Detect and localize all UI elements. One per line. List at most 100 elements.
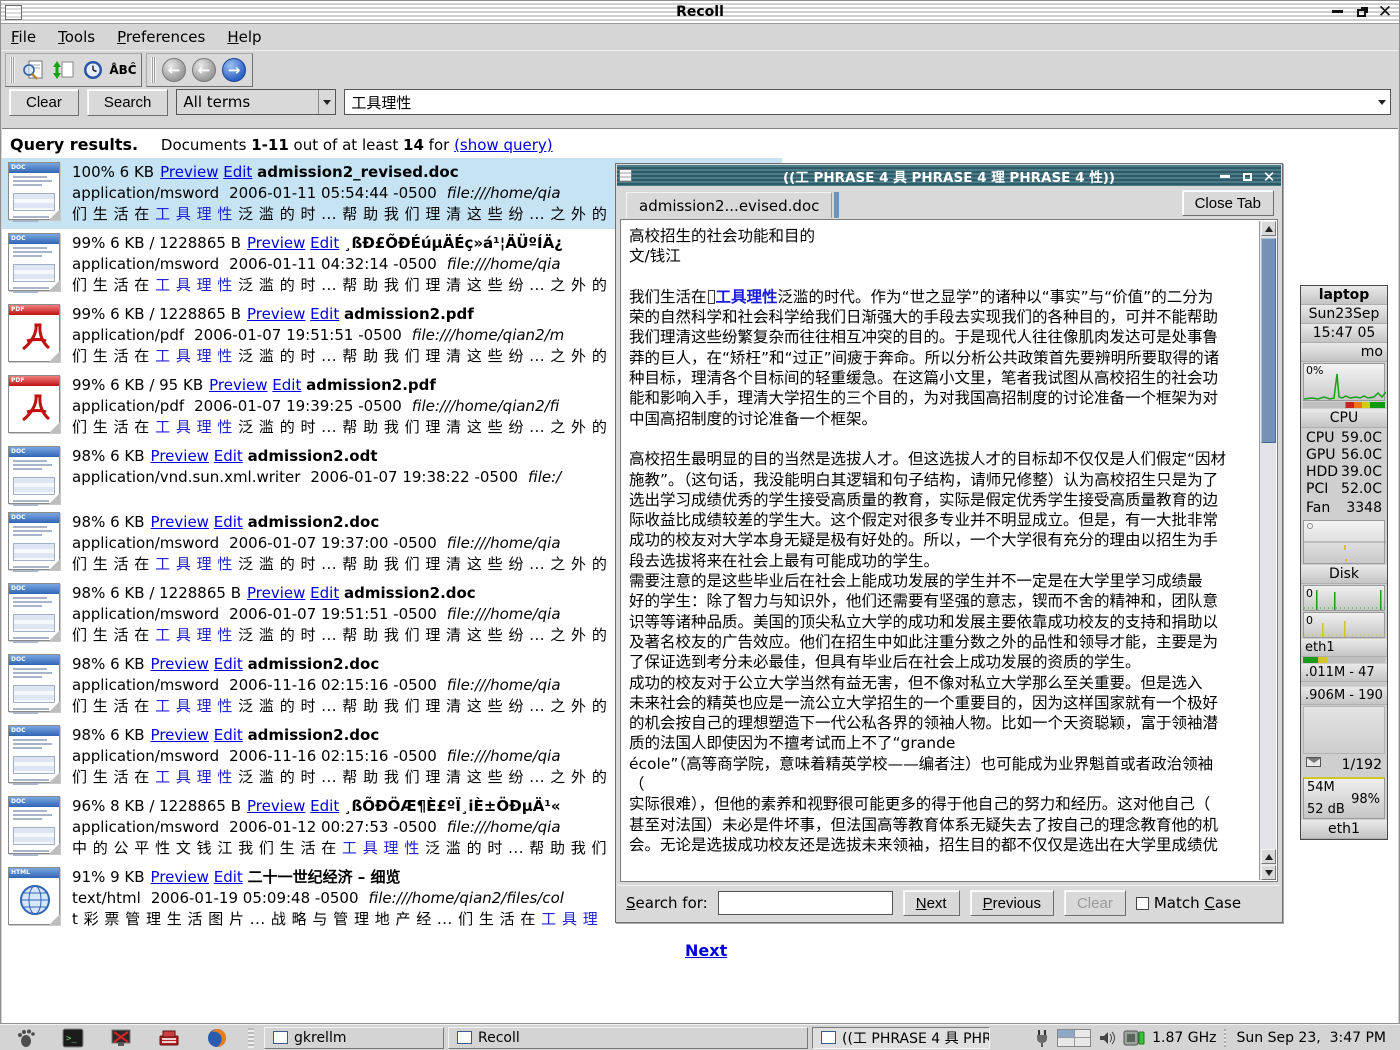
document-history-icon[interactable] <box>78 55 108 85</box>
toolbar-handle[interactable] <box>10 57 15 83</box>
maximize-button[interactable] <box>1353 4 1369 19</box>
query-history-chevron-icon[interactable] <box>1374 100 1390 105</box>
workspace-pager[interactable] <box>1057 1029 1091 1047</box>
search-mode-select[interactable]: All terms <box>176 89 336 115</box>
menu-help[interactable]: Help <box>227 28 261 46</box>
edit-link[interactable]: Edit <box>310 584 339 602</box>
edit-link[interactable]: Edit <box>310 234 339 252</box>
taskbar-handle[interactable] <box>248 1028 254 1048</box>
gnome-foot-icon[interactable] <box>13 1027 37 1049</box>
chevron-down-icon[interactable] <box>318 90 335 114</box>
sort-parameters-icon[interactable] <box>48 55 78 85</box>
next-page-link[interactable]: Next <box>685 941 727 960</box>
preview-link[interactable]: Preview <box>247 584 305 602</box>
fan-row[interactable]: Fan 3348 <box>1301 500 1387 519</box>
preview-maximize-button[interactable] <box>1239 169 1255 184</box>
typewriter-icon[interactable] <box>157 1027 181 1049</box>
gkrellm-hostname[interactable]: laptop <box>1301 286 1387 305</box>
terminal-icon[interactable]: >_ <box>61 1027 85 1049</box>
disk-read-chart[interactable]: 0 <box>1303 585 1385 611</box>
menu-file[interactable]: File <box>11 28 36 46</box>
query-input[interactable]: 工具理性 <box>344 89 1391 115</box>
edit-link[interactable]: Edit <box>272 376 301 394</box>
lock-screen-icon[interactable] <box>109 1027 133 1049</box>
menu-tools[interactable]: Tools <box>58 28 95 46</box>
volume-icon[interactable] <box>1098 1030 1116 1046</box>
result-line1: 98% 6 KBPreview Edit admission2.doc <box>72 725 607 746</box>
recoll-titlebar[interactable]: Recoll ✕ <box>1 1 1399 24</box>
cpu-frequency-icon[interactable] <box>1123 1029 1145 1047</box>
close-tab-button[interactable]: Close Tab <box>1182 190 1274 216</box>
gkrellm-date[interactable]: Sun23Sep <box>1301 305 1387 324</box>
cpu-section-label[interactable]: CPU <box>1301 409 1387 428</box>
edit-link[interactable]: Edit <box>310 305 339 323</box>
eth1-tx[interactable]: .906M - 190 <box>1301 687 1387 705</box>
preview-link[interactable]: Preview <box>151 726 209 744</box>
show-query-link[interactable]: (show query) <box>454 136 553 154</box>
preview-link[interactable]: Preview <box>151 655 209 673</box>
task-button[interactable]: Recoll <box>448 1027 808 1049</box>
previous-page-icon[interactable]: ← <box>189 55 219 85</box>
menu-preferences[interactable]: Preferences <box>117 28 205 46</box>
disk-section-label[interactable]: Disk <box>1301 565 1387 584</box>
edit-link[interactable]: Edit <box>214 513 243 531</box>
taskbar-clock[interactable]: Sun Sep 23, 3:47 PM <box>1237 1030 1387 1046</box>
task-button[interactable]: gkrellm <box>264 1027 444 1049</box>
minimize-button[interactable] <box>1329 4 1345 19</box>
checkbox-icon[interactable] <box>1136 897 1149 910</box>
toolbar-handle[interactable] <box>151 57 156 83</box>
find-next-button[interactable]: Next <box>903 890 960 916</box>
next-page-icon[interactable]: → <box>219 55 249 85</box>
edit-link[interactable]: Edit <box>223 163 252 181</box>
clear-button[interactable]: Clear <box>9 89 79 116</box>
doc-file-icon: DOC <box>8 512 60 570</box>
scroll-down-icon[interactable] <box>1261 865 1276 880</box>
preview-close-button[interactable]: ✕ <box>1261 169 1277 184</box>
edit-link[interactable]: Edit <box>214 726 243 744</box>
disk1-marks <box>1304 586 1386 610</box>
wireless-panel[interactable]: 54M 98% 52 dB <box>1303 777 1385 819</box>
edit-link[interactable]: Edit <box>214 655 243 673</box>
scrollbar-thumb[interactable] <box>1261 238 1276 443</box>
close-button[interactable]: ✕ <box>1377 4 1393 19</box>
advanced-search-icon[interactable] <box>18 55 48 85</box>
eth1-rx[interactable]: .011M - 47 <box>1301 664 1387 682</box>
power-plug-icon[interactable] <box>1034 1028 1050 1048</box>
preview-text[interactable]: 高校招生的社会功能和目的文/钱江 我们生活在工具理性泛滥的时代。作为“世之显学”… <box>629 226 1255 879</box>
gkrellm-mo-label[interactable]: mo <box>1301 343 1387 362</box>
cpu-usage-chart[interactable]: 0% <box>1303 363 1385 401</box>
preview-scrollbar[interactable] <box>1259 221 1276 880</box>
match-case-checkbox[interactable]: Match Case <box>1136 894 1241 912</box>
preview-tab[interactable]: admission2...evised.doc <box>626 192 832 218</box>
preview-minimize-button[interactable] <box>1217 169 1233 184</box>
preview-link[interactable]: Preview <box>247 305 305 323</box>
edit-link[interactable]: Edit <box>310 797 339 815</box>
find-clear-button[interactable]: Clear <box>1064 890 1126 916</box>
firefox-icon[interactable] <box>205 1027 229 1049</box>
first-page-icon[interactable]: ← <box>159 55 189 85</box>
term-explorer-icon[interactable]: ÅBĈ <box>108 55 138 85</box>
preview-titlebar[interactable]: ((工 PHRASE 4 具 PHRASE 4 理 PHRASE 4 性)) ✕ <box>617 165 1281 186</box>
edit-link[interactable]: Edit <box>214 868 243 886</box>
scroll-up-icon[interactable] <box>1261 221 1276 236</box>
search-button[interactable]: Search <box>87 89 169 116</box>
edit-link[interactable]: Edit <box>214 447 243 465</box>
fan-chart[interactable] <box>1303 520 1385 564</box>
mail-row[interactable]: 1/192 <box>1301 755 1387 776</box>
eth1-label[interactable]: eth1 <box>1301 639 1387 657</box>
find-previous-button[interactable]: Previous <box>970 890 1054 916</box>
preview-link[interactable]: Preview <box>151 513 209 531</box>
preview-link[interactable]: Preview <box>247 234 305 252</box>
preview-link[interactable]: Preview <box>247 797 305 815</box>
preview-link[interactable]: Preview <box>151 868 209 886</box>
task-button[interactable]: ((工 PHRASE 4 具 PHRASE ... <box>812 1027 990 1049</box>
preview-link[interactable]: Preview <box>209 376 267 394</box>
disk-write-chart[interactable]: 0 <box>1303 612 1385 638</box>
result-relevance-size: 98% 6 KB <box>72 447 145 465</box>
gkrellm-footer[interactable]: eth1 <box>1301 820 1387 839</box>
scroll-up2-icon[interactable] <box>1261 849 1276 864</box>
preview-search-input[interactable] <box>718 891 893 915</box>
preview-link[interactable]: Preview <box>160 163 218 181</box>
preview-link[interactable]: Preview <box>151 447 209 465</box>
gkrellm-time[interactable]: 15:47 05 <box>1301 324 1387 343</box>
